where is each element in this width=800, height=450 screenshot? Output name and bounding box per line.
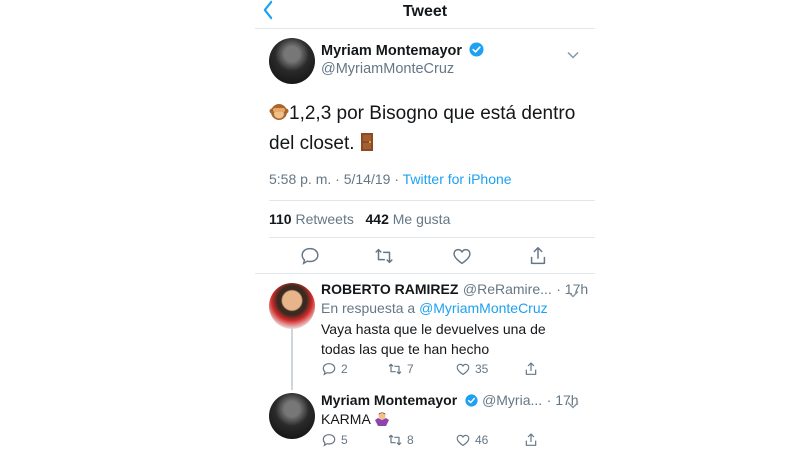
- author-handle[interactable]: @MyriamMonteCruz: [321, 61, 454, 77]
- reply-retweet-button[interactable]: 7: [387, 361, 414, 377]
- chevron-down-icon: [567, 401, 579, 409]
- chevron-down-icon: [567, 51, 579, 59]
- reply-menu-button[interactable]: [567, 285, 579, 303]
- author-name: Myriam Montemayor: [321, 43, 463, 59]
- reply-author-handle[interactable]: @ReRamire...: [463, 281, 552, 297]
- avatar[interactable]: [269, 38, 315, 84]
- tweet-text: 1,2,3 por Bisogno que está dentro del cl…: [269, 103, 576, 154]
- see-no-evil-monkey-icon: [269, 102, 289, 130]
- retweet-icon: [388, 363, 402, 375]
- reply-reply-button[interactable]: 5: [321, 432, 348, 448]
- divider: [269, 237, 595, 238]
- thread-connector: [291, 328, 293, 390]
- reply-like-button[interactable]: 46: [455, 432, 488, 448]
- share-icon: [525, 433, 537, 446]
- heart-icon: [453, 248, 471, 265]
- reply-reply-button[interactable]: 2: [321, 361, 348, 377]
- heart-icon: [456, 434, 470, 447]
- reply-author-name[interactable]: ROBERTO RAMIREZ: [321, 281, 458, 297]
- reply-header: ROBERTO RAMIREZ @ReRamire... · 17h: [321, 281, 589, 297]
- avatar[interactable]: [269, 393, 315, 439]
- reply-context: En respuesta a @MyriamMonteCruz: [321, 300, 548, 316]
- reply-icon: [301, 247, 319, 265]
- author-name-row[interactable]: Myriam Montemayor: [321, 42, 484, 59]
- header-divider: [255, 28, 595, 29]
- retweets-stat[interactable]: 110 Retweets: [269, 211, 354, 227]
- reply-button[interactable]: [299, 245, 321, 267]
- woman-shrugging-icon: [374, 411, 390, 432]
- share-icon: [525, 362, 537, 375]
- tweet-stats: 110 Retweets 442 Me gusta: [269, 211, 450, 227]
- reply-text: KARMA: [321, 411, 371, 427]
- page-title: Tweet: [402, 3, 448, 20]
- tweet-detail-view: Tweet Myriam Montemayor @MyriamMonteCruz…: [255, 0, 595, 450]
- heart-icon: [456, 363, 470, 376]
- tweet-time: 5:58 p. m.: [269, 171, 332, 187]
- reply-text-row: KARMA: [321, 409, 390, 432]
- reply-share-button[interactable]: [523, 361, 539, 377]
- share-button[interactable]: [527, 245, 549, 267]
- reply-to-link[interactable]: @MyriamMonteCruz: [419, 300, 548, 316]
- avatar[interactable]: [269, 283, 315, 329]
- like-button[interactable]: [451, 245, 473, 267]
- retweet-button[interactable]: [373, 245, 395, 267]
- tweet-date: 5/14/19: [343, 171, 391, 187]
- reply-text: Vaya hasta que le devuelves una de todas…: [321, 321, 546, 357]
- tweet-source-link[interactable]: Twitter for iPhone: [403, 171, 512, 187]
- reply-header: Myriam Montemayor @Myria... · 17h: [321, 392, 579, 408]
- retweet-icon: [388, 434, 402, 446]
- tweet-menu-button[interactable]: [567, 46, 579, 64]
- reply-menu-button[interactable]: [567, 396, 579, 414]
- divider: [255, 273, 595, 274]
- chevron-down-icon: [567, 290, 579, 298]
- reply-retweet-button[interactable]: 8: [387, 432, 414, 448]
- tweet-body: 1,2,3 por Bisogno que está dentro del cl…: [269, 100, 589, 160]
- likes-stat[interactable]: 442 Me gusta: [366, 211, 451, 227]
- divider: [269, 200, 595, 201]
- verified-badge-icon: [465, 394, 478, 407]
- tweet-meta: 5:58 p. m. · 5/14/19 · Twitter for iPhon…: [269, 171, 512, 187]
- reply-share-button[interactable]: [523, 432, 539, 448]
- reply-like-button[interactable]: 35: [455, 361, 488, 377]
- verified-badge-icon: [469, 42, 484, 57]
- share-icon: [530, 247, 546, 265]
- reply-icon: [322, 363, 336, 376]
- reply-author-name[interactable]: Myriam Montemayor: [321, 392, 457, 408]
- reply-author-handle[interactable]: @Myria...: [482, 392, 542, 408]
- reply-icon: [322, 434, 336, 447]
- door-icon: [360, 132, 374, 160]
- retweet-icon: [375, 248, 393, 264]
